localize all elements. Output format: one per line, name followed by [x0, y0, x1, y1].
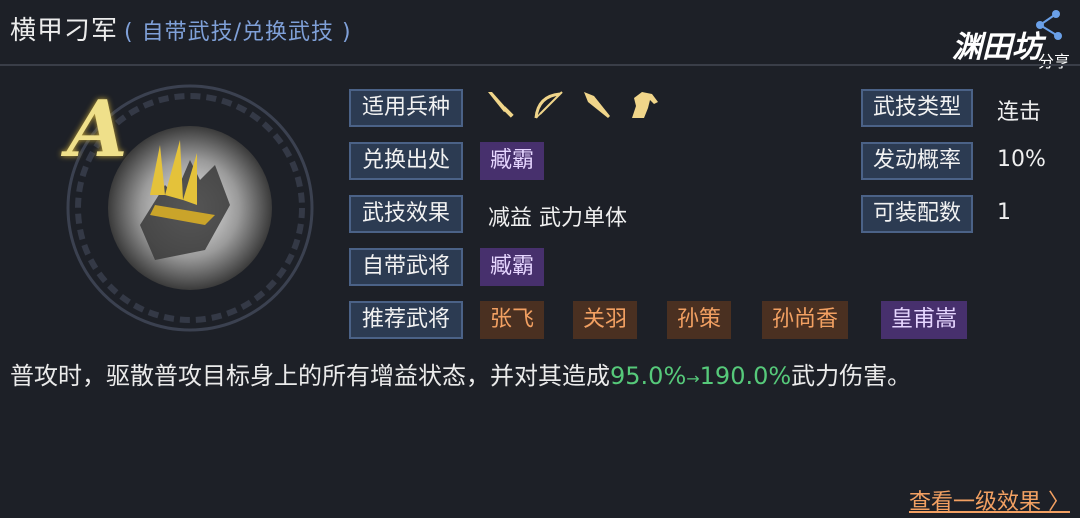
damage-from-value: 95.0% [610, 362, 687, 390]
horse-icon [632, 92, 658, 118]
header: 横甲刁军( 自带武技/兑换武技 ) 渊田坊 分享 [0, 0, 1080, 71]
description-prefix: 普攻时，驱散普攻目标身上的所有增益状态，并对其造成 [10, 362, 610, 390]
recommended-general-chip[interactable]: 孙尚香 [762, 301, 849, 339]
header-divider [0, 64, 1080, 66]
builtin-general-label: 自带武将 [349, 248, 463, 286]
grade-badge: A [67, 84, 128, 175]
trigger-rate-label: 发动概率 [861, 142, 973, 180]
skill-source-subtitle: ( 自带武技/兑换武技 ) [124, 20, 352, 45]
damage-to-value: 190.0% [699, 362, 792, 390]
recommended-general-chip[interactable]: 孙策 [667, 301, 732, 339]
skill-effect-label: 武技效果 [349, 195, 463, 233]
recommended-generals-label: 推荐武将 [349, 301, 463, 339]
troop-type-label: 适用兵种 [349, 89, 463, 127]
recommended-general-chip[interactable]: 张飞 [480, 301, 545, 339]
skill-type-label: 武技类型 [861, 89, 973, 127]
skill-type-value: 连击 [997, 100, 1042, 125]
view-level1-effect-link[interactable]: 查看一级效果 〉 [909, 484, 1070, 516]
recommended-general-chip[interactable]: 关羽 [573, 301, 638, 339]
upgrade-arrow-icon: → [686, 369, 700, 388]
brand-watermark[interactable]: 渊田坊 分享 [952, 8, 1072, 71]
exchange-source-chip[interactable]: 臧霸 [480, 142, 545, 180]
brand-logo: 渊田坊 [952, 30, 1042, 65]
exchange-source-label: 兑换出处 [349, 142, 463, 180]
spear-icon [584, 92, 610, 118]
equip-count-value: 1 [997, 200, 1011, 225]
equip-count-label: 可装配数 [861, 195, 973, 233]
skill-description: 普攻时，驱散普攻目标身上的所有增益状态，并对其造成95.0%→190.0%武力伤… [10, 356, 911, 391]
skill-name: 横甲刁军 [10, 16, 119, 46]
share-label[interactable]: 分享 [1038, 48, 1070, 72]
page-title: 横甲刁军( 自带武技/兑换武技 ) [10, 10, 352, 47]
sword-icon [488, 92, 514, 118]
recommended-general-chip[interactable]: 皇甫嵩 [881, 301, 968, 339]
builtin-general-chip[interactable]: 臧霸 [480, 248, 545, 286]
description-suffix: 武力伤害。 [791, 362, 912, 390]
trigger-rate-value: 10% [997, 147, 1046, 172]
skill-effect-value: 减益 武力单体 [488, 206, 627, 231]
bow-icon [534, 91, 563, 119]
